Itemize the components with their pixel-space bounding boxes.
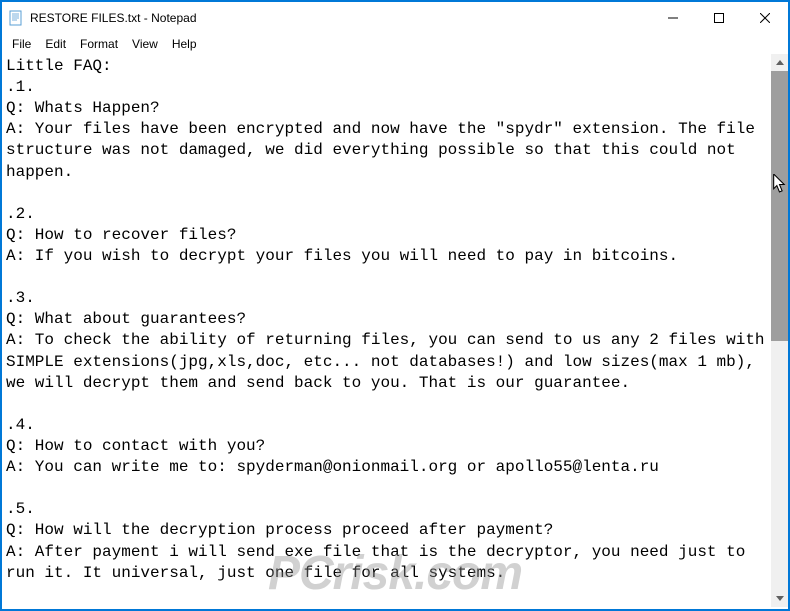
menu-file[interactable]: File [6, 35, 37, 53]
maximize-button[interactable] [696, 3, 742, 33]
scroll-thumb[interactable] [771, 71, 788, 341]
scroll-down-button[interactable] [771, 590, 788, 607]
notepad-icon [8, 10, 24, 26]
vertical-scrollbar[interactable] [771, 54, 788, 607]
scroll-up-button[interactable] [771, 54, 788, 71]
menu-format[interactable]: Format [74, 35, 124, 53]
window-title: RESTORE FILES.txt - Notepad [30, 11, 650, 25]
menu-edit[interactable]: Edit [39, 35, 72, 53]
window-controls [650, 3, 788, 33]
menu-help[interactable]: Help [166, 35, 203, 53]
text-content[interactable]: Little FAQ: .1. Q: Whats Happen? A: Your… [2, 54, 771, 607]
titlebar: RESTORE FILES.txt - Notepad [2, 2, 788, 34]
menubar: File Edit Format View Help [2, 34, 788, 54]
minimize-button[interactable] [650, 3, 696, 33]
close-button[interactable] [742, 3, 788, 33]
content-area: Little FAQ: .1. Q: Whats Happen? A: Your… [2, 54, 788, 607]
menu-view[interactable]: View [126, 35, 164, 53]
